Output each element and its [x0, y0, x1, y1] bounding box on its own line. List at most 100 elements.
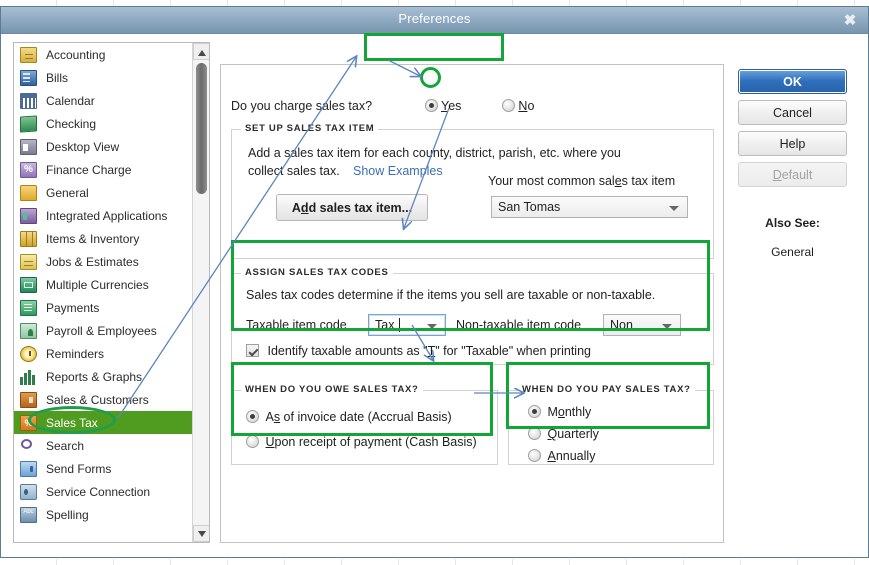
taxable-item-code-select[interactable]: Tax	[368, 314, 446, 336]
radio-charge-yes[interactable]	[425, 99, 439, 112]
chevron-down-icon	[662, 324, 672, 329]
radio-charge-yes-label[interactable]: Yes	[441, 99, 461, 113]
bills-icon	[20, 69, 37, 86]
background-strip-bottom	[0, 559, 869, 565]
reports-graphs-icon	[20, 368, 37, 385]
sidebar-item-label: Service Connection	[46, 484, 151, 499]
sidebar-item-label: Spelling	[46, 507, 89, 522]
sidebar-item-finance-charge[interactable]: % Finance Charge	[14, 158, 192, 181]
sidebar-item-label: Finance Charge	[46, 162, 132, 177]
radio-charge-no[interactable]	[502, 99, 516, 112]
setup-group-legend: SET UP SALES TAX ITEM	[241, 123, 379, 134]
setup-description-line2: collect sales tax.	[248, 164, 340, 178]
assign-group-legend: ASSIGN SALES TAX CODES	[241, 267, 393, 278]
also-see-general-link[interactable]: General	[738, 245, 847, 259]
payments-icon	[20, 299, 37, 316]
finance-charge-icon: %	[20, 161, 37, 178]
sidebar-item-label: Accounting	[46, 47, 106, 62]
sidebar-item-service-connection[interactable]: Service Connection	[14, 480, 192, 503]
cancel-button[interactable]: Cancel	[738, 100, 847, 125]
sidebar-item-label: Desktop View	[46, 139, 120, 154]
sidebar-item-reports-graphs[interactable]: Reports & Graphs	[14, 365, 192, 388]
sidebar-item-integrated-applications[interactable]: Integrated Applications	[14, 204, 192, 227]
nontaxable-item-code-label: Non-taxable item code	[456, 318, 582, 332]
sidebar-item-accounting[interactable]: Accounting	[14, 43, 192, 66]
sales-customers-icon	[20, 391, 37, 408]
sidebar-item-general[interactable]: General	[14, 181, 192, 204]
sidebar-item-send-forms[interactable]: Send Forms	[14, 457, 192, 480]
sidebar-item-label: Jobs & Estimates	[46, 254, 139, 269]
sidebar-scrollbar[interactable]	[192, 43, 209, 542]
most-common-sales-tax-item-value: San Tomas	[498, 200, 561, 214]
sidebar-item-payments[interactable]: Payments	[14, 296, 192, 319]
scrollbar-thumb[interactable]	[196, 63, 207, 194]
sidebar-item-payroll-employees[interactable]: Payroll & Employees	[14, 319, 192, 342]
help-button[interactable]: Help	[738, 131, 847, 156]
most-common-sales-tax-item-select[interactable]: San Tomas	[491, 196, 688, 218]
add-sales-tax-item-button[interactable]: Add sales tax item...	[276, 194, 428, 221]
sidebar-item-items-inventory[interactable]: Items & Inventory	[14, 227, 192, 250]
window-titlebar: Preferences ✖	[1, 7, 868, 34]
identify-taxable-checkbox[interactable]	[246, 344, 259, 357]
sidebar-item-spelling[interactable]: Abc Spelling	[14, 503, 192, 526]
radio-quarterly[interactable]	[528, 427, 541, 440]
owe-option-accrual-row: As of invoice date (Accrual Basis)	[246, 410, 452, 424]
sidebar-item-multiple-currencies[interactable]: Multiple Currencies	[14, 273, 192, 296]
chevron-down-icon	[669, 206, 679, 211]
sidebar-item-label: Multiple Currencies	[46, 277, 149, 292]
owe-group-legend: WHEN DO YOU OWE SALES TAX?	[241, 384, 423, 395]
identify-taxable-label[interactable]: Identify taxable amounts as "T" for "Tax…	[267, 344, 591, 358]
show-examples-link[interactable]: Show Examples	[353, 164, 443, 178]
taxable-item-code-value: Tax	[375, 318, 395, 332]
sidebar-item-label: General	[46, 185, 89, 200]
spelling-icon: Abc	[20, 506, 37, 523]
sidebar-item-label: Send Forms	[46, 461, 112, 476]
identify-taxable-checkbox-row: Identify taxable amounts as "T" for "Tax…	[246, 344, 591, 358]
setup-description-line1: Add a sales tax item for each county, di…	[248, 146, 621, 160]
close-icon[interactable]: ✖	[840, 11, 860, 30]
radio-quarterly-label[interactable]: Quarterly	[547, 427, 598, 441]
radio-monthly-label[interactable]: Monthly	[547, 405, 591, 419]
sidebar-item-search[interactable]: Search	[14, 434, 192, 457]
sidebar-item-label: Items & Inventory	[46, 231, 140, 246]
sidebar-item-desktop-view[interactable]: Desktop View	[14, 135, 192, 158]
scroll-down-icon[interactable]	[193, 525, 209, 542]
sidebar-item-label: Reports & Graphs	[46, 369, 143, 384]
pay-option-quarterly-row: Quarterly	[528, 427, 599, 441]
reminders-icon	[20, 345, 37, 362]
sidebar-item-label: Bills	[46, 70, 69, 85]
radio-charge-no-label[interactable]: No	[518, 99, 534, 113]
radio-accrual-basis[interactable]	[246, 410, 259, 423]
radio-annually-label[interactable]: Annually	[547, 449, 595, 463]
assign-sales-tax-codes-group: ASSIGN SALES TAX CODES Sales tax codes d…	[231, 267, 714, 365]
owe-sales-tax-group: WHEN DO YOU OWE SALES TAX? As of invoice…	[231, 384, 498, 465]
sidebar-item-reminders[interactable]: Reminders	[14, 342, 192, 365]
radio-cash-basis[interactable]	[246, 435, 259, 448]
sidebar-item-label: Integrated Applications	[46, 208, 168, 223]
nontaxable-item-code-value: Non	[610, 318, 633, 332]
sidebar-item-checking[interactable]: Checking	[14, 112, 192, 135]
nontaxable-item-code-select[interactable]: Non	[603, 314, 681, 336]
setup-sales-tax-item-group: SET UP SALES TAX ITEM Add a sales tax it…	[231, 123, 714, 259]
screen: Preferences ✖ Accounting Bills Calendar Che…	[0, 0, 869, 565]
charge-sales-tax-question: Do you charge sales tax?	[231, 99, 373, 113]
radio-monthly[interactable]	[528, 405, 541, 418]
sidebar-item-calendar[interactable]: Calendar	[14, 89, 192, 112]
scroll-up-icon[interactable]	[193, 43, 209, 60]
owe-option-cash-row: Upon receipt of payment (Cash Basis)	[246, 435, 477, 449]
radio-annually[interactable]	[528, 449, 541, 462]
sidebar-item-bills[interactable]: Bills	[14, 66, 192, 89]
preferences-category-list[interactable]: Accounting Bills Calendar Checking Desktop V…	[13, 42, 210, 543]
sales-tax-icon: %	[20, 414, 37, 431]
sidebar-item-sales-customers[interactable]: Sales & Customers	[14, 388, 192, 411]
pay-group-legend: WHEN DO YOU PAY SALES TAX?	[518, 384, 695, 395]
sidebar-item-jobs-estimates[interactable]: Jobs & Estimates	[14, 250, 192, 273]
pay-option-annually-row: Annually	[528, 449, 595, 463]
ok-button[interactable]: OK	[738, 69, 847, 94]
radio-accrual-basis-label[interactable]: As of invoice date (Accrual Basis)	[265, 410, 451, 424]
jobs-estimates-icon	[20, 253, 37, 270]
integrated-applications-icon	[20, 207, 37, 224]
charge-sales-tax-row: Do you charge sales tax? Yes No	[231, 99, 534, 113]
radio-cash-basis-label[interactable]: Upon receipt of payment (Cash Basis)	[265, 435, 476, 449]
sidebar-item-sales-tax[interactable]: % Sales Tax	[14, 411, 209, 434]
